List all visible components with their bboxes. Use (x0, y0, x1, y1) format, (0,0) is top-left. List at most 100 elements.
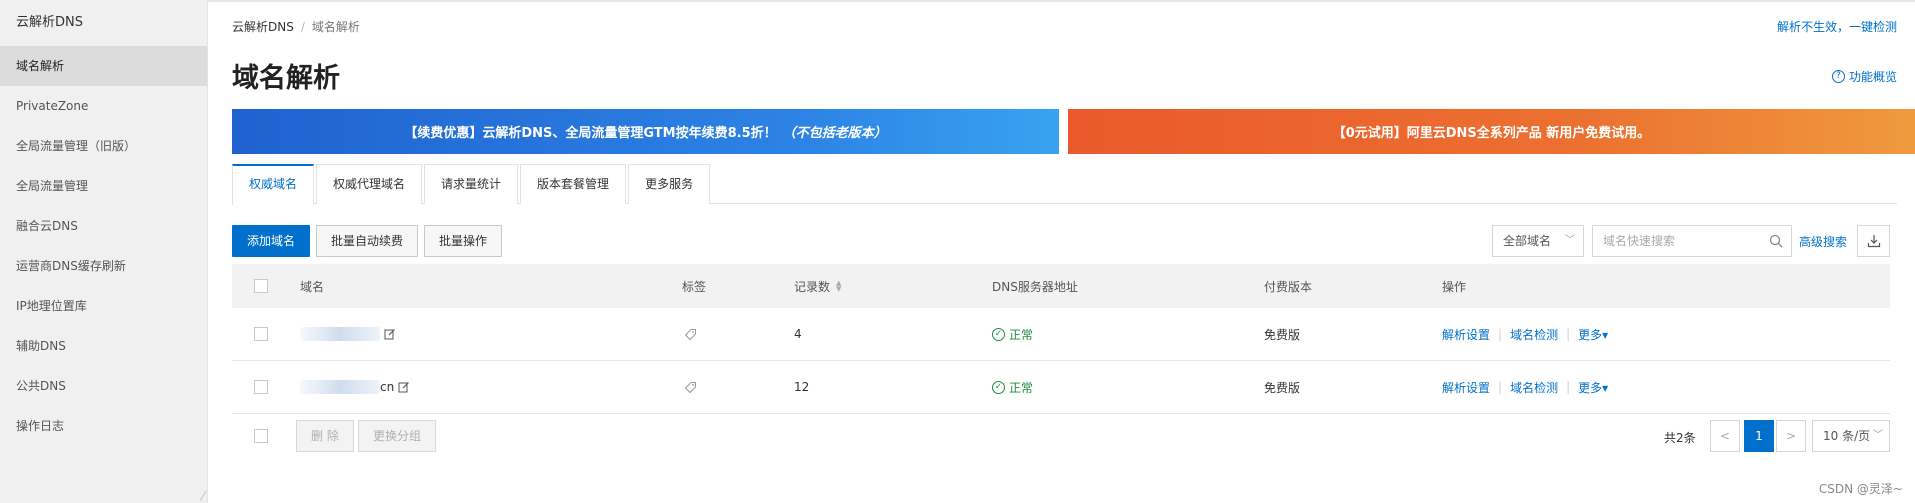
dns-status-cell: ✓ 正常 (992, 361, 1033, 413)
records-count[interactable]: 12 (794, 361, 809, 413)
column-header-records-label: 记录数 (794, 279, 831, 294)
tab-edition-management[interactable]: 版本套餐管理 (520, 164, 627, 204)
more-label: 更多 (1578, 327, 1603, 342)
sidebar-item-privatezone[interactable]: PrivateZone (0, 86, 207, 126)
domain-filter-value: 全部域名 (1503, 234, 1552, 248)
domain-search-box (1592, 225, 1792, 257)
tab-bar: 权威域名 权威代理域名 请求量统计 版本套餐管理 更多服务 (232, 164, 1897, 205)
domain-check-link[interactable]: 域名检测 (1510, 379, 1558, 396)
row-select-cell (254, 361, 268, 413)
sort-icon[interactable]: ▲ ▼ (836, 280, 841, 293)
one-click-check-link[interactable]: 解析不生效，一键检测 (1777, 18, 1897, 35)
domain-suffix: cn (380, 380, 395, 394)
feature-overview-link[interactable]: ? 功能概览 (1831, 68, 1897, 85)
delete-button[interactable]: 删 除 (296, 420, 354, 452)
sidebar-item-secondary-dns[interactable]: 辅助DNS (0, 326, 207, 366)
renewal-promo-text: 【续费优惠】云解析DNS、全局流量管理GTM按年续费8.5折！ (404, 126, 777, 141)
batch-operations-button[interactable]: 批量操作 (424, 225, 503, 257)
table-footer: 删 除 更换分组 共2条 < 1 > 10 条/页 ﹀ (232, 420, 1890, 456)
sidebar-collapse-handle[interactable] (198, 489, 208, 503)
action-separator: | (1566, 327, 1571, 341)
edit-icon[interactable] (398, 381, 410, 393)
column-header-actions: 操作 (1442, 279, 1467, 294)
page-size-select[interactable]: 10 条/页 ﹀ (1812, 420, 1890, 452)
action-separator: | (1566, 380, 1571, 394)
row-checkbox[interactable] (254, 380, 268, 394)
dns-status-text: 正常 (1009, 327, 1034, 342)
dns-status-cell: ✓ 正常 (992, 308, 1033, 360)
tag-icon[interactable] (684, 328, 697, 341)
sidebar-item-gtm[interactable]: 全局流量管理 (0, 166, 207, 206)
tab-more-services[interactable]: 更多服务 (628, 164, 711, 204)
pagination-total: 共2条 (1664, 431, 1696, 445)
main-content: 云解析DNS / 域名解析 解析不生效，一键检测 域名解析 ? 功能概览 【续费优惠… (208, 0, 1915, 503)
more-actions-link[interactable]: 更多▾ (1578, 326, 1608, 343)
select-all-cell (254, 264, 268, 308)
actions-cell: 解析设置 | 域名检测 | 更多▾ (1442, 361, 1608, 413)
column-header-dns-server: DNS服务器地址 (992, 279, 1078, 294)
column-header-tag: 标签 (682, 279, 707, 294)
sidebar-item-operation-log[interactable]: 操作日志 (0, 406, 207, 446)
domain-table: 域名 标签 记录数 ▲ ▼ DNS服务器地址 付费版本 操作 4 ✓ 正常 免费… (232, 264, 1890, 414)
sidebar-item-hybrid-cloud-dns[interactable]: 融合云DNS (0, 206, 207, 246)
chevron-down-icon: ﹀ (1873, 430, 1883, 441)
sidebar: 云解析DNS 域名解析 PrivateZone 全局流量管理（旧版） 全局流量管… (0, 0, 208, 503)
resolve-settings-link[interactable]: 解析设置 (1442, 326, 1490, 343)
edit-icon[interactable] (384, 328, 396, 340)
tab-request-statistics[interactable]: 请求量统计 (424, 164, 519, 204)
advanced-search-link[interactable]: 高级搜索 (1799, 233, 1847, 250)
breadcrumb: 云解析DNS / 域名解析 (232, 18, 360, 35)
sidebar-item-domain-resolution[interactable]: 域名解析 (0, 46, 207, 86)
csdn-watermark: CSDN @灵泽~ (1818, 482, 1903, 496)
top-divider (208, 0, 1915, 2)
more-label: 更多 (1578, 380, 1603, 395)
domain-search-input[interactable] (1593, 226, 1753, 256)
tab-authoritative-domains[interactable]: 权威域名 (232, 164, 315, 205)
edition-cell: 免费版 (1264, 380, 1301, 395)
tag-cell (684, 361, 697, 413)
tab-authoritative-proxy-domains[interactable]: 权威代理域名 (316, 164, 423, 204)
resolve-settings-link[interactable]: 解析设置 (1442, 379, 1490, 396)
action-separator: | (1498, 380, 1503, 394)
app-root: 云解析DNS 域名解析 PrivateZone 全局流量管理（旧版） 全局流量管… (0, 0, 1915, 503)
chevron-down-icon: ﹀ (1565, 235, 1575, 246)
sidebar-item-isp-cache-refresh[interactable]: 运营商DNS缓存刷新 (0, 246, 207, 286)
check-circle-icon: ✓ (992, 380, 1005, 394)
breadcrumb-root[interactable]: 云解析DNS (232, 20, 294, 34)
sidebar-item-ip-geo[interactable]: IP地理位置库 (0, 286, 207, 326)
table-header: 域名 标签 记录数 ▲ ▼ DNS服务器地址 付费版本 操作 (232, 264, 1890, 308)
table-row: cn 12 ✓ 正常 免费版 解析设置 | 域名检测 | 更多▾ (232, 361, 1890, 414)
actions-cell: 解析设置 | 域名检测 | 更多▾ (1442, 308, 1608, 360)
domain-name-redacted[interactable] (300, 327, 380, 341)
renewal-promo-banner[interactable]: 【续费优惠】云解析DNS、全局流量管理GTM按年续费8.5折！ （不包括老版本） (232, 109, 1059, 154)
pagination-page-1[interactable]: 1 (1744, 420, 1774, 452)
pagination-next-button[interactable]: > (1776, 420, 1806, 452)
domain-name-redacted[interactable] (300, 380, 380, 394)
sidebar-title: 云解析DNS (16, 15, 83, 30)
sidebar-item-gtm-legacy[interactable]: 全局流量管理（旧版） (0, 126, 207, 166)
breadcrumb-separator: / (300, 20, 305, 34)
row-select-cell (254, 308, 268, 360)
search-icon[interactable] (1769, 234, 1783, 248)
download-button[interactable] (1857, 225, 1890, 257)
footer-select-all-checkbox[interactable] (254, 429, 268, 443)
domain-check-link[interactable]: 域名检测 (1510, 326, 1558, 343)
change-group-button[interactable]: 更换分组 (358, 420, 437, 452)
column-header-edition: 付费版本 (1264, 279, 1313, 294)
sidebar-item-public-dns[interactable]: 公共DNS (0, 366, 207, 406)
tag-icon[interactable] (684, 381, 697, 394)
row-checkbox[interactable] (254, 327, 268, 341)
select-all-checkbox[interactable] (254, 279, 268, 293)
more-actions-link[interactable]: 更多▾ (1578, 379, 1608, 396)
pagination-prev-button[interactable]: < (1710, 420, 1740, 452)
check-circle-icon: ✓ (992, 327, 1005, 341)
caret-down-icon: ▾ (1602, 327, 1609, 342)
domain-filter-select[interactable]: 全部域名 ﹀ (1492, 225, 1584, 257)
batch-auto-renew-button[interactable]: 批量自动续费 (316, 225, 419, 257)
domain-cell: cn (300, 361, 410, 413)
add-domain-button[interactable]: 添加域名 (232, 225, 311, 257)
question-circle-icon: ? (1831, 70, 1845, 83)
free-trial-banner[interactable]: 【0元试用】阿里云DNS全系列产品 新用户免费试用。 (1068, 109, 1915, 154)
records-count[interactable]: 4 (794, 308, 802, 360)
page-title: 域名解析 (232, 63, 340, 94)
